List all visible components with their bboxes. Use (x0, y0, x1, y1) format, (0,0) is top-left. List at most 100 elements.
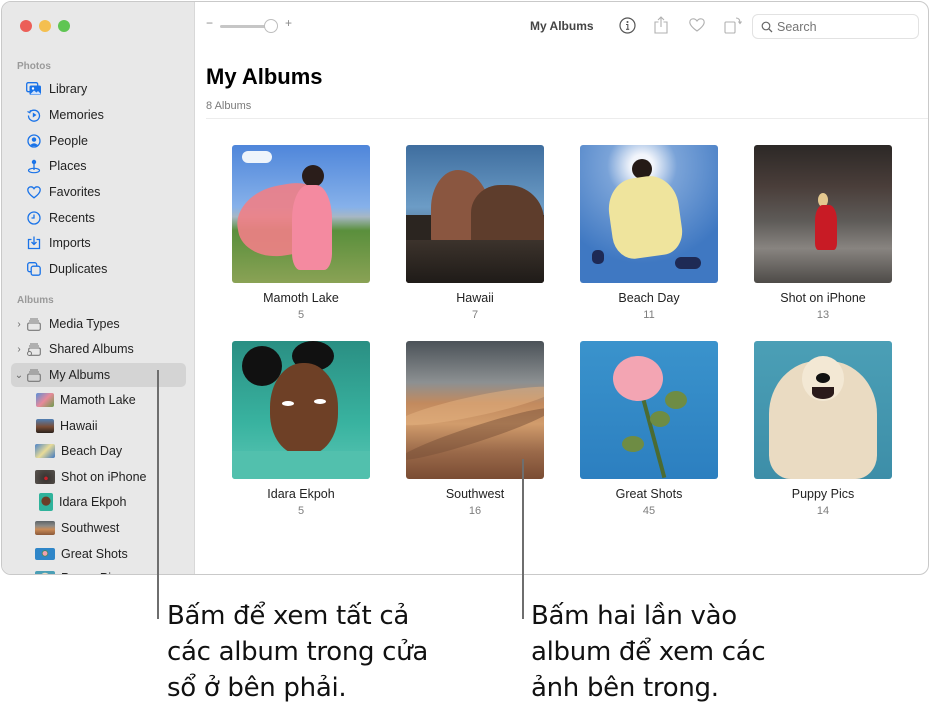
import-icon (25, 234, 43, 252)
callout-sidebar: Bấm để xem tất cả các album trong cửa sổ… (167, 598, 428, 706)
sidebar-item-my-albums[interactable]: ⌄ My Albums (11, 363, 186, 387)
album-photo-count: 14 (816, 505, 830, 517)
sidebar-album-hawaii[interactable]: Hawaii (36, 415, 98, 437)
album-photo-count: 13 (816, 309, 830, 321)
memories-icon (25, 106, 43, 124)
album-cover-puppy-pics[interactable] (754, 341, 892, 479)
search-input[interactable] (777, 19, 907, 34)
sidebar-item-label: Shared Albums (49, 342, 134, 356)
sidebar-album-label: Puppy Pics (61, 571, 124, 574)
album-cover-shot-on-iphone[interactable] (754, 145, 892, 283)
sidebar-item-library[interactable]: Library (11, 77, 186, 101)
sidebar-album-label: Great Shots (61, 547, 128, 561)
sidebar-item-label: Library (49, 82, 88, 96)
album-photo-count: 45 (642, 505, 656, 517)
sidebar-item-label: Duplicates (49, 262, 108, 276)
heart-icon[interactable] (687, 15, 707, 35)
sidebar-item-imports[interactable]: Imports (11, 231, 186, 255)
sidebar-item-label: My Albums (49, 368, 111, 382)
album-name: Mamoth Lake (263, 291, 339, 305)
album-cover-idara-ekpoh[interactable] (232, 341, 370, 479)
chevron-down-icon[interactable]: ⌄ (14, 369, 24, 381)
sidebar-album-label: Shot on iPhone (61, 470, 147, 484)
callout-line-text: Bấm hai lần vào (531, 601, 737, 631)
share-icon[interactable] (651, 15, 671, 35)
search-field[interactable] (752, 14, 919, 39)
sidebar-item-label: Imports (49, 236, 91, 250)
shared-album-icon (25, 340, 43, 358)
minimize-button[interactable] (39, 20, 51, 32)
album-photo-count: 7 (471, 309, 479, 321)
album-tile[interactable]: Shot on iPhone 13 (753, 145, 893, 321)
page-title: My Albums (206, 64, 323, 89)
callout-album: Bấm hai lần vào album để xem các ảnh bên… (531, 598, 766, 706)
sidebar-item-media-types[interactable]: › Media Types (11, 312, 186, 336)
album-tile[interactable]: Beach Day 11 (579, 145, 719, 321)
zoom-slider[interactable] (220, 25, 266, 28)
zoom-button[interactable] (58, 20, 70, 32)
photos-window: Photos Library Memories People Places Fa… (1, 1, 929, 575)
sidebar-album-puppy-pics[interactable]: Puppy Pics (35, 567, 124, 574)
album-tile[interactable]: Mamoth Lake 5 (231, 145, 371, 321)
sidebar-item-places[interactable]: Places (11, 154, 186, 178)
album-stack-icon (25, 366, 43, 384)
album-tile[interactable]: Puppy Pics 14 (753, 341, 893, 517)
callout-line-text: các album trong cửa (167, 637, 428, 667)
zoom-slider-knob[interactable] (264, 19, 278, 33)
sidebar-section-albums: Albums (17, 295, 54, 306)
info-icon[interactable] (617, 15, 637, 35)
sidebar-album-label: Mamoth Lake (60, 393, 136, 407)
album-thumbnail (35, 571, 55, 574)
album-stack-icon (25, 315, 43, 333)
sidebar-item-favorites[interactable]: Favorites (11, 180, 186, 204)
album-tile[interactable]: Great Shots 45 (579, 341, 719, 517)
sidebar-item-people[interactable]: People (11, 129, 186, 153)
close-button[interactable] (20, 20, 32, 32)
album-thumbnail (35, 470, 55, 484)
album-thumbnail (36, 393, 54, 407)
library-icon (25, 80, 43, 98)
sidebar-item-memories[interactable]: Memories (11, 103, 186, 127)
album-tile[interactable]: Idara Ekpoh 5 (231, 341, 371, 517)
sidebar-item-label: Favorites (49, 185, 101, 199)
sidebar-album-great-shots[interactable]: Great Shots (35, 543, 128, 565)
album-name: Hawaii (456, 291, 494, 305)
sidebar-item-label: Places (49, 159, 87, 173)
album-cover-mamoth-lake[interactable] (232, 145, 370, 283)
zoom-out-button[interactable]: − (206, 16, 213, 30)
sidebar-item-label: Media Types (49, 317, 120, 331)
sidebar-album-label: Beach Day (61, 444, 123, 458)
callout-line-text: ảnh bên trong. (531, 673, 719, 703)
callout-line-text: album để xem các (531, 637, 766, 667)
rotate-icon[interactable] (723, 15, 743, 35)
sidebar-album-label: Idara Ekpoh (59, 495, 127, 509)
album-cover-hawaii[interactable] (406, 145, 544, 283)
album-cover-beach-day[interactable] (580, 145, 718, 283)
album-name: Beach Day (618, 291, 680, 305)
sidebar-item-label: Memories (49, 108, 104, 122)
callout-line-text: sổ ở bên phải. (167, 673, 347, 703)
sidebar-item-recents[interactable]: Recents (11, 206, 186, 230)
chevron-right-icon[interactable]: › (14, 343, 24, 355)
zoom-in-button[interactable]: + (285, 16, 292, 30)
callout-line-sidebar (157, 370, 159, 619)
sidebar-album-southwest[interactable]: Southwest (35, 517, 119, 539)
album-name: Puppy Pics (791, 487, 855, 501)
clock-icon (25, 209, 43, 227)
sidebar-album-mamoth-lake[interactable]: Mamoth Lake (36, 389, 136, 411)
sidebar-album-idara-ekpoh[interactable]: Idara Ekpoh (39, 491, 126, 513)
sidebar: Photos Library Memories People Places Fa… (2, 2, 195, 574)
album-tile[interactable]: Southwest 16 (405, 341, 545, 517)
album-tile[interactable]: Hawaii 7 (405, 145, 545, 321)
album-name: Idara Ekpoh (267, 487, 335, 501)
album-photo-count: 16 (468, 505, 482, 517)
people-icon (25, 132, 43, 150)
sidebar-album-shot-on-iphone[interactable]: Shot on iPhone (35, 466, 147, 488)
chevron-right-icon[interactable]: › (14, 318, 24, 330)
sidebar-album-beach-day[interactable]: Beach Day (35, 440, 122, 462)
traffic-lights (20, 20, 70, 32)
sidebar-item-shared-albums[interactable]: › Shared Albums (11, 337, 186, 361)
album-cover-great-shots[interactable] (580, 341, 718, 479)
callout-line-album (522, 459, 524, 619)
sidebar-item-duplicates[interactable]: Duplicates (11, 257, 186, 281)
